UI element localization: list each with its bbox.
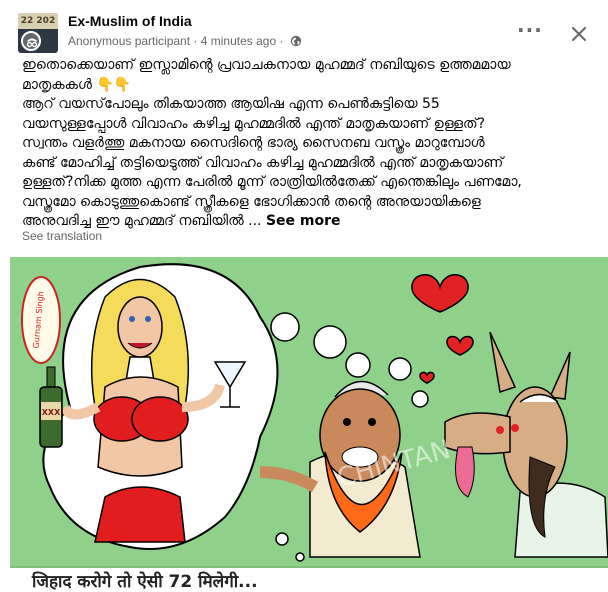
avatar-text: 22 202 [18, 13, 58, 29]
see-translation-link[interactable]: See translation [22, 229, 102, 243]
cartoon-illustration: Gurnam Singh XXX CHINTAN [10, 257, 608, 592]
separator: · [279, 34, 284, 48]
anonymous-avatar-icon [21, 31, 41, 51]
pointing-down-emoji-icon: 👇👇 [96, 76, 132, 93]
post-text-line: ആറ് വയസ്‌പോലും തികയാത്ത ആയിഷ എന്ന പെൺകുട… [22, 96, 440, 112]
header-actions: ··· [503, 18, 596, 48]
post-text-line: കണ്ട് മോഹിച്ച് തട്ടിയെടുത്ത് വിവാഹം കഴിച… [22, 154, 504, 171]
post-text-fragment: മാതൃകകൾ [22, 76, 92, 93]
group-avatar[interactable]: 22 202 [18, 13, 58, 53]
post-text-line: സ്വന്തം വളർത്തു മകനായ സൈദിന്റെ ഭാര്യ സൈന… [22, 135, 485, 151]
see-more-link[interactable]: See more [266, 213, 341, 229]
author-name[interactable]: Anonymous participant [68, 34, 190, 48]
close-button[interactable] [562, 18, 596, 52]
close-icon [572, 27, 586, 41]
post-text-line: വസ്ത്രമോ കൊടുത്തുകൊണ്ട് സ്ത്രീകളെ ഭോഗിക്… [22, 193, 481, 210]
post-cartoon-image[interactable]: Gurnam Singh XXX CHINTAN जिहाद करोगे तो … [10, 257, 608, 592]
post-header: 22 202 Ex-Muslim of India Anonymous part… [18, 8, 608, 53]
cartoon-caption: जिहाद करोगे तो ऐसी 72 मिलेगी... [32, 572, 258, 592]
more-options-button[interactable]: ··· [513, 18, 547, 52]
cartoon-caption-strip: जिहाद करोगे तो ऐसी 72 मिलेगी... [10, 566, 608, 592]
post-text-fragment: അനുവദിച്ച ഈ മുഹമ്മദ് നബിയിൽ ... [22, 213, 262, 229]
post-meta: Anonymous participant · 4 minutes ago · [68, 34, 302, 50]
artist-stamp: Gurnam Singh [21, 276, 61, 364]
globe-icon [290, 35, 302, 50]
bottle-label: XXX [42, 408, 61, 417]
group-name-link[interactable]: Ex-Muslim of India [68, 13, 192, 29]
separator: · [193, 34, 198, 48]
post-text-line: അനുവദിച്ച ഈ മുഹമ്മദ് നബിയിൽ ... See more [22, 212, 592, 232]
post-text-line: ഉള്ളത്?നിക്ക മുത്ത എന്ന പേരിൽ മൂന്ന് രാത… [22, 174, 522, 190]
post-body-text: ഇതൊക്കെയാണ് ഇസ്ലാമിന്റെ പ്രവാചകനായ മുഹമ്… [22, 56, 592, 232]
post-text-line: ഇതൊക്കെയാണ് ഇസ്ലാമിന്റെ പ്രവാചകനായ മുഹമ്… [22, 57, 511, 73]
post-text-line: വയസുള്ളപ്പോൾ വിവാഹം കഴിച്ച മുഹമ്മദിൽ എന്… [22, 115, 486, 132]
post-text-line: മാതൃകകൾ 👇👇 [22, 76, 592, 96]
post-timestamp[interactable]: 4 minutes ago [201, 34, 276, 48]
facebook-post: 22 202 Ex-Muslim of India Anonymous part… [0, 0, 608, 592]
